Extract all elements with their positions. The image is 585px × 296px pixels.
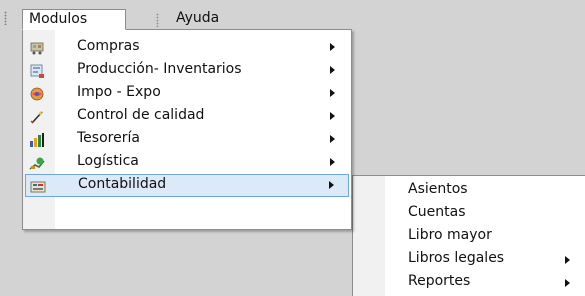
submenu-arrow-icon [565,279,570,287]
submenu-item-label: Asientos [408,181,468,197]
menu-item-label: Producción- Inventarios [77,61,242,77]
submenu-arrow-icon [330,158,335,166]
menu-item-tesoreria[interactable]: Tesorería [25,128,349,151]
submenu-item-label: Libro mayor [408,227,492,243]
submenu-item-asientos[interactable]: Asientos [355,179,584,202]
menu-item-label: Control de calidad [77,107,205,123]
menu-modulos-label: Modulos [29,11,88,27]
modulos-dropdown: Compras Producción- Inventarios Impo - E… [22,29,352,230]
submenu-item-label: Libros legales [408,250,505,266]
pen-check-icon [30,111,43,124]
menu-item-control-de-calidad[interactable]: Control de calidad [25,105,349,128]
submenu-arrow-icon [330,135,335,143]
menu-modulos[interactable]: Modulos [22,9,126,30]
menu-item-label: Logística [77,153,139,169]
contabilidad-submenu: Asientos Cuentas Libro mayor Libros lega… [352,175,585,296]
submenu-arrow-icon [565,256,570,264]
submenu-item-reportes[interactable]: Reportes [355,271,584,294]
menu-item-label: Contabilidad [78,176,167,192]
menu-item-logistica[interactable]: Logística [25,151,349,174]
menu-item-impo-expo[interactable]: Impo - Expo [25,82,349,105]
menu-item-compras[interactable]: Compras [25,36,349,59]
menu-item-label: Compras [77,38,140,54]
submenu-item-label: Reportes [408,273,471,289]
factory-icon [30,64,44,78]
globe-icon [30,87,44,101]
submenu-item-libros-legales[interactable]: Libros legales [355,248,584,271]
menu-item-contabilidad[interactable]: Contabilidad [25,174,349,197]
menu-item-label: Tesorería [77,130,140,146]
submenu-arrow-icon [329,181,334,189]
submenu-arrow-icon [330,66,335,74]
submenu-arrow-icon [330,112,335,120]
ledger-icon [30,181,46,193]
shopping-cart-icon [30,42,44,55]
menu-item-produccion-inventarios[interactable]: Producción- Inventarios [25,59,349,82]
submenu-arrow-icon [330,43,335,51]
submenu-item-libro-mayor[interactable]: Libro mayor [355,225,584,248]
logistics-icon [29,157,45,170]
menu-ayuda[interactable]: Ayuda [170,9,240,30]
toolbar-grip[interactable] [4,11,7,25]
submenu-arrow-icon [330,89,335,97]
bar-chart-icon [30,133,44,147]
menu-ayuda-label: Ayuda [176,10,220,26]
submenu-item-label: Cuentas [408,204,466,220]
submenu-item-cuentas[interactable]: Cuentas [355,202,584,225]
menu-item-label: Impo - Expo [77,84,161,100]
menu-separator [156,13,159,27]
